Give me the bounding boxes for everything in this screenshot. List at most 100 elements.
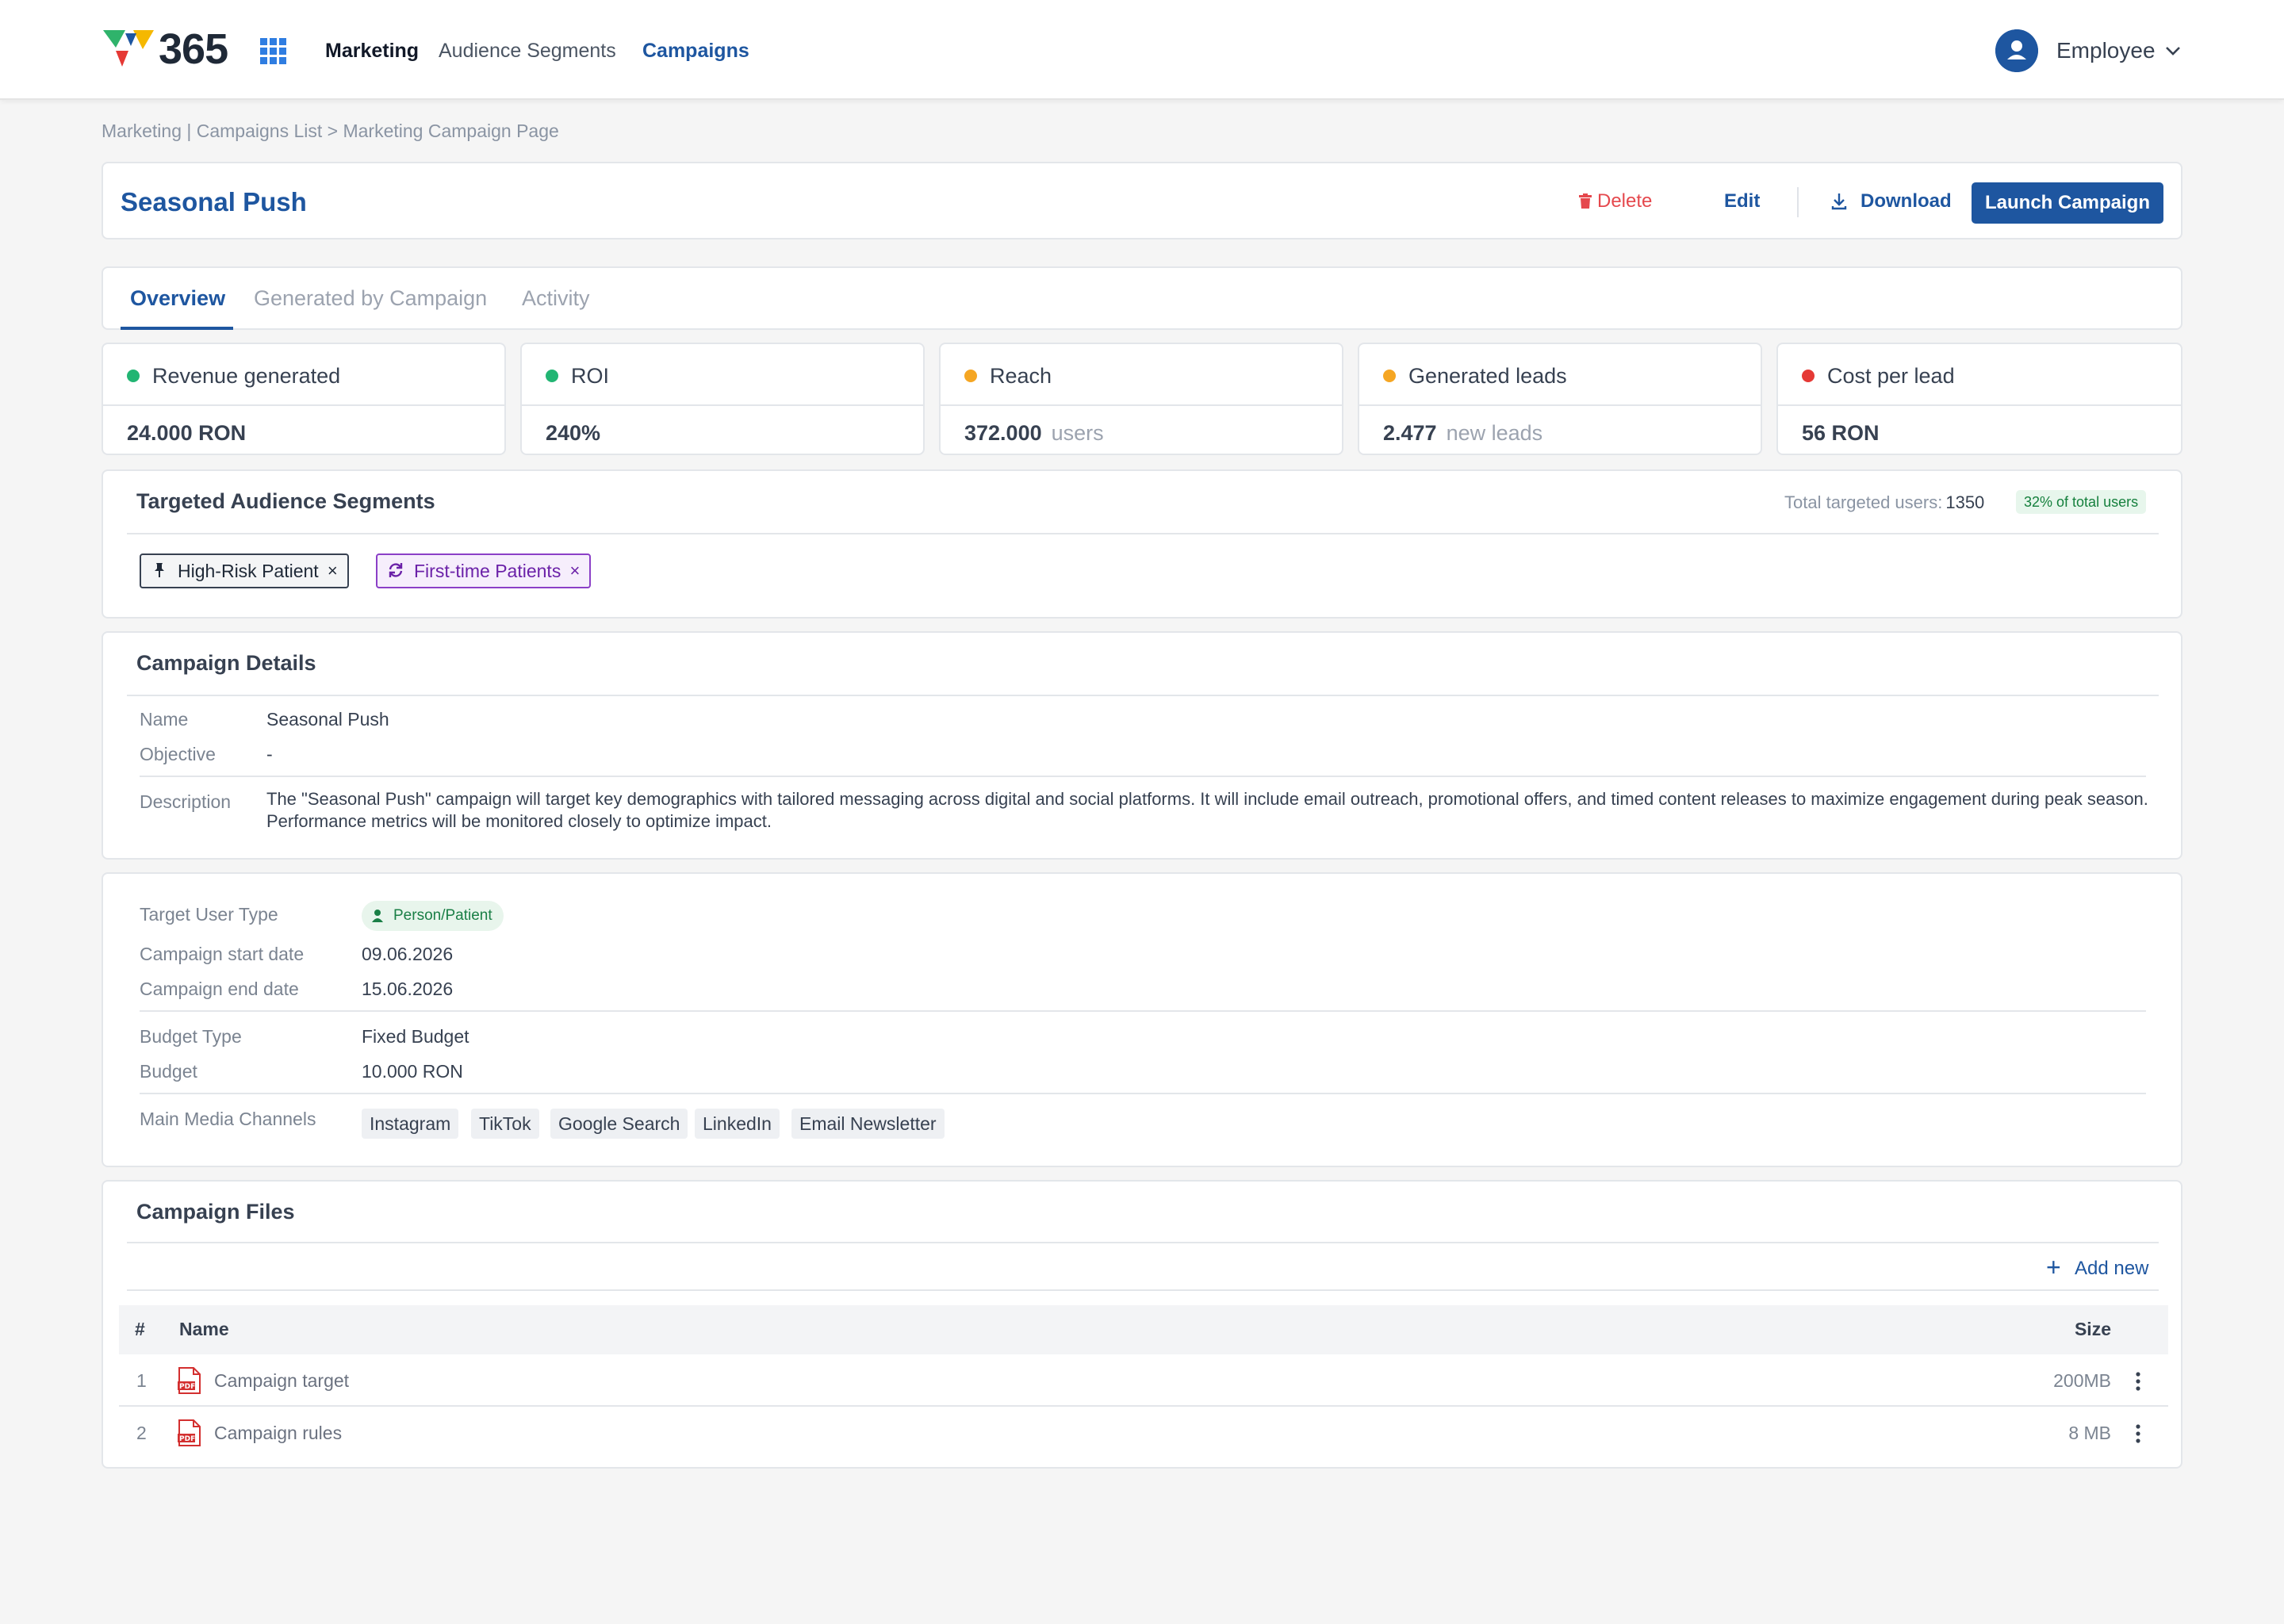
total-targeted-users: Total targeted users: 1350 [1784,492,1985,512]
kpi-label: Cost per lead [1827,364,1955,388]
row-number: 2 [136,1423,147,1443]
campaign-name-value: Seasonal Push [266,709,389,730]
svg-text:PDF: PDF [179,1435,195,1443]
active-tab-indicator [121,327,233,330]
segment-chip-high-risk[interactable]: High-Risk Patient × [140,553,349,588]
more-options-icon[interactable] [2129,1423,2148,1445]
campaign-files-card: Campaign Files + Add new # Name Size 1 P… [102,1180,2182,1469]
page-title: Seasonal Push [121,187,307,216]
tab-generated-by-campaign[interactable]: Generated by Campaign [254,282,487,314]
kpi-label: Reach [990,364,1052,388]
user-type-badge: Person/Patient [362,901,504,931]
field-label: Objective [140,744,216,764]
chevron-down-icon[interactable] [2163,41,2182,60]
campaign-settings-card: Target User Type Person/Patient Campaign… [102,872,2182,1167]
field-label: Budget Type [140,1026,242,1047]
table-row[interactable]: 1 PDF Campaign target 200MB [119,1356,2168,1407]
field-label: Main Media Channels [140,1109,316,1129]
segment-label: High-Risk Patient [178,561,319,581]
percent-badge: 32% of total users [2016,490,2147,514]
download-button[interactable]: Download [1831,187,1952,216]
status-dot-icon [1383,370,1396,382]
add-new-button[interactable]: + Add new [2046,1253,2148,1283]
kpi-value: 372.000 users [964,421,1104,445]
nav-audience-segments[interactable]: Audience Segments [439,35,616,67]
delete-button[interactable]: Delete [1579,187,1653,216]
campaign-details-card: Campaign Details Name Seasonal Push Obje… [102,631,2182,860]
channel-tag: Google Search [550,1109,688,1139]
kpi-label: ROI [571,364,610,388]
section-title: Targeted Audience Segments [136,489,435,513]
tab-activity[interactable]: Activity [522,282,590,314]
close-icon[interactable]: × [569,555,580,587]
file-size: 200MB [2053,1370,2111,1391]
table-row[interactable]: 2 PDF Campaign rules 8 MB [119,1408,2168,1459]
more-options-icon[interactable] [2129,1370,2148,1392]
segment-chip-first-time[interactable]: First-time Patients × [376,553,592,588]
tab-bar: Overview Generated by Campaign Activity [102,266,2182,330]
action-divider [1797,187,1799,217]
download-label: Download [1861,190,1952,212]
kpi-card-reach: Reach 372.000 users [939,343,1343,455]
delete-label: Delete [1597,190,1653,212]
brand-name: 365 [159,25,228,73]
field-label: Description [140,791,232,812]
top-bar: 365 Marketing Audience Segments Campaign… [0,0,2284,100]
file-name[interactable]: Campaign target [214,1367,349,1394]
audience-segments-card: Targeted Audience Segments Total targete… [102,469,2182,619]
kpi-card-cost-per-lead: Cost per lead 56 RON [1776,343,2182,455]
app-logo-icon[interactable] [102,27,159,75]
field-label: Budget [140,1061,197,1082]
budget-value: 10.000 RON [362,1061,463,1082]
svg-text:PDF: PDF [179,1383,195,1391]
column-header-name[interactable]: Name [179,1315,229,1343]
objective-value: - [266,744,273,764]
kpi-value: 56 RON [1802,421,1880,445]
refresh-icon [389,563,403,577]
field-label: Target User Type [140,904,278,925]
kpi-value: 2.477 new leads [1383,421,1543,445]
breadcrumb[interactable]: Marketing | Campaigns List > Marketing C… [102,117,559,144]
files-table-header: # Name Size [119,1305,2168,1354]
start-date-value: 09.06.2026 [362,944,454,964]
end-date-value: 15.06.2026 [362,979,454,999]
pdf-file-icon: PDF [178,1419,201,1446]
status-dot-icon [546,370,558,382]
plus-icon: + [2046,1253,2061,1281]
section-title: Campaign Details [136,651,316,675]
section-title: Campaign Files [136,1200,295,1224]
channel-tag: LinkedIn [695,1109,780,1139]
person-icon [372,910,383,922]
edit-button[interactable]: Edit [1724,187,1760,216]
kpi-card-generated-leads: Generated leads 2.477 new leads [1358,343,1762,455]
trash-icon [1579,193,1592,209]
column-header-size[interactable]: Size [2075,1315,2111,1343]
kpi-value: 24.000 RON [127,421,247,445]
field-label: Campaign start date [140,944,305,964]
nav-campaigns[interactable]: Campaigns [642,35,749,67]
status-dot-icon [1802,370,1815,382]
segment-label: First-time Patients [414,561,561,581]
pdf-file-icon: PDF [178,1367,201,1394]
tab-overview[interactable]: Overview [130,282,225,314]
user-name[interactable]: Employee [2056,35,2156,67]
channel-tag: Instagram [362,1109,459,1139]
status-dot-icon [127,370,140,382]
campaign-header-card: Seasonal Push Delete Edit Download Launc… [102,162,2182,239]
channel-tag: TikTok [471,1109,539,1139]
budget-type-value: Fixed Budget [362,1026,469,1047]
user-avatar-icon[interactable] [1995,29,2038,72]
file-name[interactable]: Campaign rules [214,1419,342,1446]
apps-grid-icon[interactable] [260,38,287,65]
row-number: 1 [136,1370,147,1391]
close-icon[interactable]: × [328,555,338,587]
column-header-number: # [135,1319,145,1339]
launch-campaign-button[interactable]: Launch Campaign [1972,182,2163,224]
download-icon [1831,193,1847,210]
file-size: 8 MB [2068,1423,2111,1443]
nav-marketing[interactable]: Marketing [325,35,419,67]
kpi-value: 240% [546,421,601,445]
description-value: The "Seasonal Push" campaign will target… [266,789,2148,831]
status-dot-icon [964,370,977,382]
kpi-label: Revenue generated [152,364,341,388]
